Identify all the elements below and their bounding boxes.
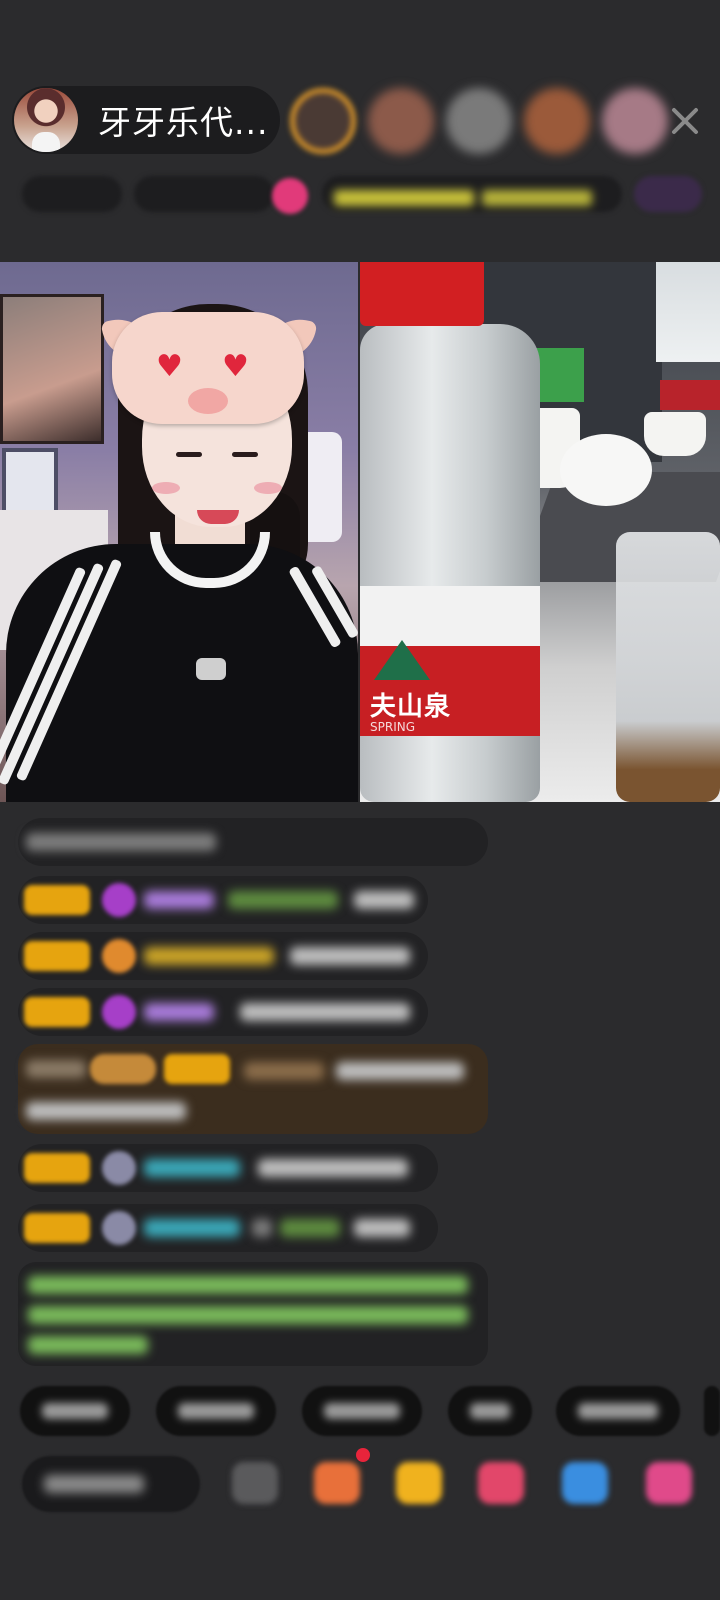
viewer-avatar[interactable]: [524, 88, 590, 154]
fan-club-icon[interactable]: [272, 178, 308, 214]
room-info-row: [22, 172, 702, 216]
necklace-pendant: [196, 658, 226, 680]
room-stat-chip[interactable]: [22, 176, 122, 212]
fan-badge[interactable]: [164, 1054, 230, 1084]
bottle-label-text: 夫山泉: [370, 692, 452, 722]
viewer-avatar[interactable]: [368, 88, 434, 154]
quick-reply-chip[interactable]: [556, 1386, 680, 1436]
fan-badge[interactable]: [24, 941, 90, 971]
emoji-icon[interactable]: [232, 1462, 278, 1504]
photo-frame: [2, 448, 58, 518]
viewer-avatar-list: [290, 88, 668, 154]
room-rank-chip[interactable]: [134, 176, 274, 212]
heart-gift-icon[interactable]: [478, 1462, 524, 1504]
fan-badge[interactable]: [24, 1213, 90, 1243]
host-name: 牙牙乐代...: [98, 103, 269, 142]
chat-message: [18, 1204, 438, 1252]
chat-message: [18, 1144, 438, 1192]
white-teapot: [560, 434, 652, 506]
mask-gift-icon[interactable]: [562, 1462, 608, 1504]
system-notice: [18, 1262, 488, 1366]
chat-message: [18, 876, 428, 924]
chat-message: [18, 818, 488, 866]
room-extra-chip[interactable]: [634, 176, 702, 212]
streamer-mouth: [197, 510, 239, 524]
video-stream-right[interactable]: 夫山泉 SPRING: [360, 262, 720, 802]
viewer-avatar[interactable]: [290, 88, 356, 154]
fan-badge[interactable]: [24, 997, 90, 1027]
wall-poster: [0, 294, 104, 444]
host-avatar[interactable]: [14, 88, 78, 152]
gem-badge-icon: [102, 995, 136, 1029]
user-avatar[interactable]: [102, 1151, 136, 1185]
heart-badge-icon: [102, 939, 136, 973]
host-info-pill[interactable]: 牙牙乐代...: [12, 86, 280, 154]
heart-eye-icon: ♥: [222, 349, 249, 384]
quick-reply-chip[interactable]: [704, 1386, 720, 1436]
chat-input[interactable]: [22, 1456, 200, 1512]
quick-reply-chip[interactable]: [302, 1386, 422, 1436]
chat-message-highlight: [18, 1044, 488, 1134]
chat-message: [18, 932, 428, 980]
streamer-eye: [176, 452, 202, 457]
level-badge[interactable]: [90, 1054, 156, 1084]
viewer-avatar[interactable]: [602, 88, 668, 154]
notification-dot: [356, 1448, 370, 1462]
quick-reply-chip[interactable]: [156, 1386, 276, 1436]
background-window: [656, 262, 720, 362]
fan-badge[interactable]: [24, 1153, 90, 1183]
heart-eye-icon: ♥: [156, 349, 183, 384]
more-gift-icon[interactable]: [646, 1462, 692, 1504]
bottle-label-subtext: SPRING: [370, 720, 416, 734]
quick-reply-chip[interactable]: [20, 1386, 130, 1436]
tea-tin: [660, 380, 720, 410]
gem-badge-icon: [102, 883, 136, 917]
mountain-logo-icon: [374, 640, 430, 680]
user-avatar[interactable]: [102, 1211, 136, 1245]
viewer-avatar[interactable]: [446, 88, 512, 154]
room-tag-chip[interactable]: [322, 176, 622, 212]
gift-icon[interactable]: [396, 1462, 442, 1504]
white-cup: [644, 412, 706, 456]
close-icon[interactable]: [668, 104, 702, 138]
gift-box-icon[interactable]: [314, 1462, 360, 1504]
face-blush: [152, 482, 180, 494]
video-stream-left[interactable]: ♥ ♥: [0, 262, 358, 802]
fan-badge[interactable]: [24, 885, 90, 915]
face-blush: [254, 482, 282, 494]
pig-snout: [188, 388, 228, 414]
streamer-eye: [232, 452, 258, 457]
plastic-cup: [616, 532, 720, 802]
bottle-cap: [360, 262, 484, 326]
quick-reply-chip[interactable]: [448, 1386, 532, 1436]
chat-message: [18, 988, 428, 1036]
